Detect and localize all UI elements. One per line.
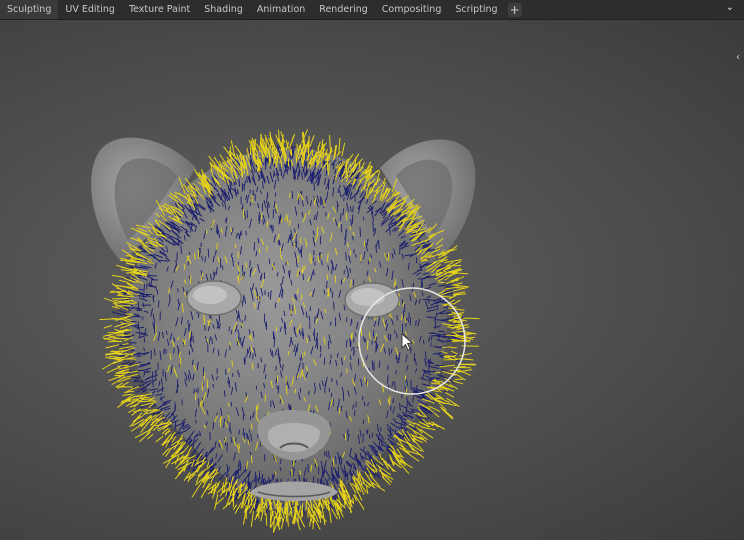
tab-uv-editing[interactable]: UV Editing xyxy=(58,0,122,19)
workspace-tab-bar: Sculpting UV Editing Texture Paint Shadi… xyxy=(0,0,744,20)
3d-viewport[interactable]: ‹ xyxy=(0,20,744,540)
tab-animation[interactable]: Animation xyxy=(250,0,312,19)
sculpt-scene xyxy=(91,129,480,533)
tab-rendering[interactable]: Rendering xyxy=(312,0,375,19)
tab-shading[interactable]: Shading xyxy=(197,0,250,19)
tab-texture-paint[interactable]: Texture Paint xyxy=(122,0,197,19)
chevron-down-icon[interactable]: ⌄ xyxy=(726,2,734,13)
add-workspace-button[interactable]: + xyxy=(507,2,522,17)
tab-scripting[interactable]: Scripting xyxy=(448,0,504,19)
tab-compositing[interactable]: Compositing xyxy=(375,0,449,19)
tab-sculpting[interactable]: Sculpting xyxy=(0,0,59,19)
